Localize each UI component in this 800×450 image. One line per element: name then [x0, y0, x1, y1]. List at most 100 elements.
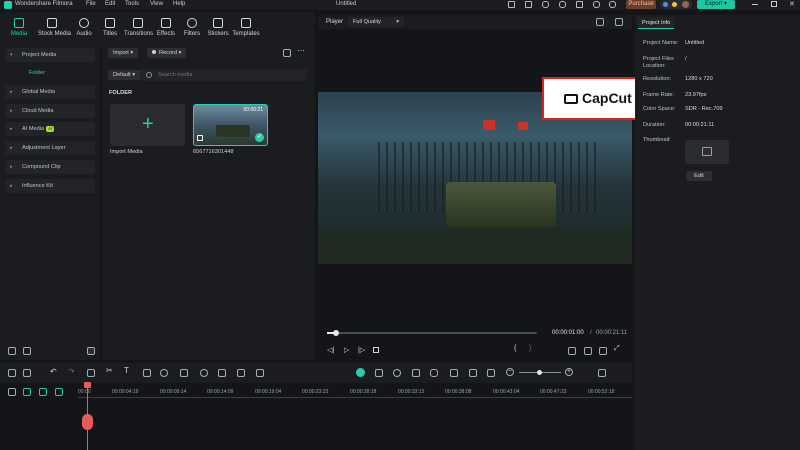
zoom-slider-handle[interactable]	[537, 370, 542, 375]
ai-tools-icon[interactable]	[200, 369, 208, 377]
tank-shape	[216, 125, 250, 137]
sidebar-folder[interactable]: Folder	[29, 70, 45, 76]
mark-in-icon[interactable]: {	[514, 345, 516, 352]
media-panel	[102, 46, 315, 360]
tab-filters[interactable]: Filters	[178, 15, 206, 45]
filter-icon[interactable]	[283, 49, 291, 57]
info-value: 1280 x 720	[685, 76, 713, 82]
sidebar-item-ai-media[interactable]: ▸ AI Media AI	[5, 122, 95, 136]
menu-edit[interactable]: Edit	[105, 1, 115, 7]
mark-out-icon[interactable]: }	[529, 345, 531, 352]
picture-in-picture-icon[interactable]	[487, 369, 495, 377]
subtitle-icon[interactable]	[469, 369, 477, 377]
link-icon[interactable]	[23, 388, 31, 396]
record-dropdown[interactable]: Record ▾	[147, 48, 187, 58]
snapshot-frame-icon[interactable]	[375, 369, 383, 377]
magnet-icon[interactable]	[39, 388, 47, 396]
sidebar-item-global-media[interactable]: ▸ Global Media	[5, 85, 95, 99]
export-button[interactable]: Export ▾	[697, 0, 735, 9]
ripple-icon[interactable]	[55, 388, 63, 396]
previous-frame-icon[interactable]: ◁|	[327, 346, 334, 354]
tab-stock-media[interactable]: Stock Media	[38, 15, 71, 45]
menu-help[interactable]: Help	[173, 1, 185, 7]
auto-ripple-icon[interactable]	[393, 369, 401, 377]
compare-view-icon[interactable]	[596, 18, 604, 26]
playhead-top-marker[interactable]	[84, 382, 91, 388]
zoom-in-icon[interactable]: +	[565, 368, 573, 376]
mask-icon[interactable]	[180, 369, 188, 377]
timeline-ruler[interactable]	[78, 397, 632, 398]
cloud-icon[interactable]	[559, 1, 566, 8]
microphone-icon[interactable]	[430, 369, 438, 377]
marker-icon[interactable]	[412, 369, 420, 377]
tab-effects[interactable]: Effects	[152, 15, 180, 45]
undo-icon[interactable]: ↶	[50, 367, 57, 376]
minimize-icon[interactable]	[752, 4, 758, 5]
folder-icon[interactable]	[23, 347, 31, 355]
search-input[interactable]	[140, 69, 307, 81]
import-media-card[interactable]: +	[110, 104, 185, 146]
stop-icon[interactable]	[373, 347, 379, 353]
notification-icon[interactable]	[593, 1, 600, 8]
split-scissors-icon[interactable]: ✂	[106, 366, 113, 375]
expand-icon[interactable]: ⤢	[614, 345, 620, 353]
volume-icon[interactable]	[599, 347, 607, 355]
gift-icon[interactable]	[508, 1, 515, 8]
keyframe-icon[interactable]	[256, 369, 264, 377]
color-icon[interactable]	[237, 369, 245, 377]
layout-grid-icon[interactable]	[8, 369, 16, 377]
more-options-icon[interactable]: ⋯	[297, 46, 305, 55]
maximize-icon[interactable]	[771, 1, 777, 7]
redo-icon[interactable]: ↷	[68, 367, 75, 376]
quality-dropdown[interactable]: Full Quality ▾	[348, 17, 404, 27]
shop-icon[interactable]	[525, 1, 532, 8]
tab-titles[interactable]: Titles	[96, 15, 124, 45]
purchase-button[interactable]: Purchase	[626, 0, 656, 9]
credits-badge[interactable]	[660, 0, 692, 9]
select-tool-icon[interactable]	[23, 369, 31, 377]
new-folder-icon[interactable]	[8, 347, 16, 355]
tab-media[interactable]: Media	[5, 15, 33, 45]
delete-icon[interactable]	[87, 369, 95, 377]
project-thumbnail[interactable]	[685, 140, 729, 164]
snapshot-view-icon[interactable]	[615, 18, 623, 26]
tab-transitions[interactable]: Transitions	[124, 15, 153, 45]
tab-stickers[interactable]: Stickers	[204, 15, 232, 45]
tab-audio[interactable]: Audio	[70, 15, 98, 45]
sidebar-item-project-media[interactable]: ▾ Project Media	[5, 48, 95, 62]
headset-icon[interactable]	[609, 1, 616, 8]
text-tool-icon[interactable]: T	[124, 366, 129, 375]
next-frame-icon[interactable]: |▷	[358, 346, 365, 354]
sidebar-item-cloud-media[interactable]: ▸ Cloud Media	[5, 104, 95, 118]
view-options-icon[interactable]	[598, 369, 606, 377]
menu-file[interactable]: File	[86, 1, 96, 7]
fullscreen-display-icon[interactable]	[568, 347, 576, 355]
playhead-handle[interactable]	[82, 414, 93, 430]
zoom-out-icon[interactable]: −	[506, 368, 514, 376]
play-icon[interactable]: ▷	[344, 346, 349, 354]
audio-mixer-icon[interactable]	[450, 369, 458, 377]
sidebar-item-compound-clip[interactable]: ▸ Compound Clip	[5, 160, 95, 174]
sidebar-item-adjustment-layer[interactable]: ▸ Adjustment Layer	[5, 141, 95, 155]
sidebar-item-influence-kit[interactable]: ▸ Influence Kit	[5, 179, 95, 193]
speed-icon[interactable]	[160, 369, 168, 377]
collapse-panel-icon[interactable]	[87, 347, 95, 355]
menu-view[interactable]: View	[150, 1, 163, 7]
sort-dropdown[interactable]: Default ▾	[108, 70, 141, 80]
menu-tools[interactable]: Tools	[125, 1, 139, 7]
add-track-icon[interactable]	[8, 388, 16, 396]
stabilize-icon[interactable]	[218, 369, 226, 377]
import-dropdown[interactable]: Import ▾	[108, 48, 139, 58]
render-preview-icon[interactable]	[356, 368, 365, 377]
layout-icon[interactable]	[576, 1, 583, 8]
playback-progress-track[interactable]	[327, 330, 537, 336]
close-icon[interactable]: ✕	[789, 0, 795, 8]
tab-project-info[interactable]: Project Info	[638, 17, 675, 29]
tab-templates[interactable]: Templates	[232, 15, 260, 45]
crop-icon[interactable]	[143, 369, 151, 377]
thumbnail-edit-button[interactable]: Edit	[686, 171, 712, 181]
cloud-upload-icon[interactable]	[542, 1, 549, 8]
media-clip-thumbnail[interactable]: 00:00:21 ✓	[193, 104, 268, 146]
snapshot-icon[interactable]	[584, 347, 592, 355]
zoom-slider[interactable]	[519, 370, 561, 375]
